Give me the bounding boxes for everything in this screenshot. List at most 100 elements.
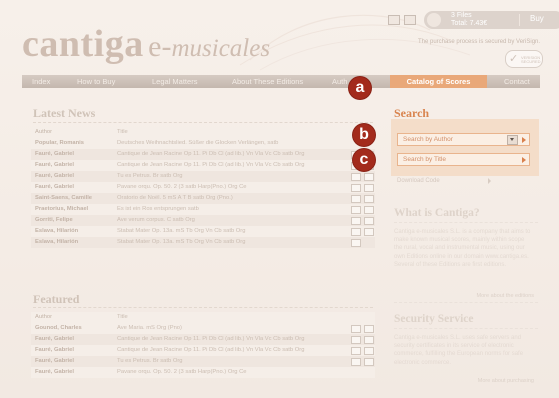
preview-icon[interactable] <box>351 195 361 203</box>
download-code-field[interactable]: Download Code <box>397 176 495 186</box>
logo-word-musicales: musicales <box>171 35 271 62</box>
page: cantiga e-musicales 3 Files Total: 7.43€… <box>0 0 559 398</box>
download-icon[interactable] <box>364 228 374 236</box>
row-author: Fauré, Gabriel <box>35 151 74 157</box>
preview-icon[interactable] <box>351 228 361 236</box>
row-title: Cantique de Jean Racine Op 11. Pi Db Cl … <box>117 162 305 168</box>
table-row[interactable]: Fauré, Gabriel Cantique de Jean Racine O… <box>31 160 375 171</box>
latest-news-table: Author Title Popular, Romanis Deutsches … <box>31 127 375 248</box>
table-row[interactable]: Popular, Romanis Deutsches Weihnachtslie… <box>31 138 375 149</box>
nav-how-to-buy[interactable]: How to Buy <box>77 75 115 88</box>
preview-icon[interactable] <box>351 217 361 225</box>
preview-icon[interactable] <box>351 336 361 344</box>
row-author: Fauré, Gabriel <box>35 347 74 353</box>
main-nav: Index How to Buy Legal Matters About The… <box>22 75 540 88</box>
download-icon[interactable] <box>364 217 374 225</box>
preview-icon[interactable] <box>351 206 361 214</box>
preview-icon[interactable] <box>351 325 361 333</box>
nav-index[interactable]: Index <box>32 75 50 88</box>
featured-table: Author Title Gounod, Charles Ave Maria. … <box>31 312 375 378</box>
row-title: Oratorio de Noël. 5 mS A T B satb Org (P… <box>117 195 233 201</box>
row-author: Fauré, Gabriel <box>35 173 74 179</box>
row-title: Deutsches Weihnachtslied. Süßer die Gloc… <box>117 140 279 146</box>
table-row[interactable]: Fauré, Gabriel Cantique de Jean Racine O… <box>31 334 375 345</box>
nav-contact[interactable]: Contact <box>504 75 530 88</box>
row-title: Tu es Petrus. Br satb Org <box>117 358 183 364</box>
col-author: Author <box>35 314 53 320</box>
row-author: Praetorius, Michael <box>35 206 89 212</box>
search-panel <box>391 119 539 176</box>
latest-news-divider <box>33 122 373 123</box>
verisign-badge[interactable]: ✓ VERISIGN SECURED <box>505 50 543 68</box>
download-icon[interactable] <box>364 336 374 344</box>
search-by-author-label: Search by Author <box>403 136 453 143</box>
site-logo[interactable]: cantiga e-musicales <box>22 22 270 66</box>
table-row[interactable]: Fauré, Gabriel Tu es Petrus. Br satb Org <box>31 356 375 367</box>
print-icon[interactable] <box>388 15 400 25</box>
logo-word-cantiga: cantiga <box>22 23 144 65</box>
table-row[interactable]: Fauré, Gabriel Pavane orqu. Op. 50. 2 (3… <box>31 367 375 378</box>
col-author: Author <box>35 129 53 135</box>
row-author: Fauré, Gabriel <box>35 369 74 375</box>
callout-marker-c: c <box>353 149 375 171</box>
preview-icon[interactable] <box>351 347 361 355</box>
download-icon[interactable] <box>364 206 374 214</box>
download-icon[interactable] <box>364 184 374 192</box>
row-title: Es ist ein Ros entsprungen satb <box>117 206 199 212</box>
what-is-bottom-divider <box>394 302 538 303</box>
nav-legal-matters[interactable]: Legal Matters <box>152 75 197 88</box>
preview-icon[interactable] <box>351 173 361 181</box>
table-row[interactable]: Fauré, Gabriel Cantique de Jean Racine O… <box>31 149 375 160</box>
table-row[interactable]: Eslava, Hilarión Stabat Mater Op. 13a. m… <box>31 237 375 248</box>
table-row[interactable]: Saint-Saens, Camille Oratorio de Noël. 5… <box>31 193 375 204</box>
search-by-author-select[interactable]: Search by Author <box>397 133 530 146</box>
nav-about-editions[interactable]: About These Editions <box>232 75 303 88</box>
chevron-down-icon[interactable] <box>507 135 518 145</box>
table-row[interactable]: Fauré, Gabriel Pavane orqu. Op. 50. 2 (3… <box>31 182 375 193</box>
cart-total: Total: 7.43€ <box>451 20 488 27</box>
what-is-title: What is Cantiga? <box>394 207 480 219</box>
more-purchasing-link[interactable]: More about purchasing <box>394 378 534 384</box>
table-header: Author Title <box>31 312 375 323</box>
table-row[interactable]: Fauré, Gabriel Cantique de Jean Racine O… <box>31 345 375 356</box>
callout-marker-a: a <box>349 77 371 99</box>
checkmark-icon: ✓ <box>509 53 519 65</box>
table-row[interactable]: Praetorius, Michael Es ist ein Ros entsp… <box>31 204 375 215</box>
cart-widget[interactable]: 3 Files Total: 7.43€ Buy <box>424 11 559 29</box>
preview-icon[interactable] <box>351 358 361 366</box>
nav-catalog-of-scores[interactable]: Catalog of Scores <box>390 75 487 88</box>
table-row[interactable]: Gorriti, Felipe Ave verum corpus. C satb… <box>31 215 375 226</box>
what-is-divider <box>394 222 538 223</box>
preview-icon[interactable] <box>351 239 361 247</box>
nav-authors[interactable]: Auth <box>332 75 347 88</box>
security-divider <box>394 328 538 329</box>
download-icon[interactable] <box>364 347 374 355</box>
download-icon[interactable] <box>364 325 374 333</box>
table-row[interactable]: Gounod, Charles Ave Maria. mS Org (Pno) <box>31 323 375 334</box>
row-author: Gorriti, Felipe <box>35 217 73 223</box>
go-arrow-icon[interactable] <box>522 157 526 163</box>
preview-icon[interactable] <box>351 184 361 192</box>
search-by-title-field[interactable]: Search by Title <box>397 153 530 166</box>
email-icon[interactable] <box>404 15 416 25</box>
table-row[interactable]: Fauré, Gabriel Tu es Petrus. Br satb Org <box>31 171 375 182</box>
row-author: Popular, Romanis <box>35 140 84 146</box>
more-editions-link[interactable]: More about the editions <box>394 293 534 299</box>
download-icon[interactable] <box>364 358 374 366</box>
download-icon[interactable] <box>364 173 374 181</box>
security-title: Security Service <box>394 313 474 325</box>
what-is-text: Cantiga e-musicales S.L. is a company th… <box>394 229 531 268</box>
row-author: Fauré, Gabriel <box>35 336 74 342</box>
buy-button[interactable]: Buy <box>530 14 544 23</box>
header-utilities: 3 Files Total: 7.43€ Buy <box>388 11 559 29</box>
row-title: Pavane orqu. Op. 50. 2 (3 satb Harp(Pno.… <box>117 369 247 375</box>
download-icon[interactable] <box>364 195 374 203</box>
cart-summary: 3 Files Total: 7.43€ <box>451 12 487 28</box>
col-title: Title <box>117 314 128 320</box>
go-arrow-icon[interactable] <box>488 178 491 184</box>
go-arrow-icon[interactable] <box>522 137 526 143</box>
row-title: Stabat Mater Op. 13a. mS Tb Org Vn Cb sa… <box>117 228 246 234</box>
table-row[interactable]: Eslava, Hilarión Stabat Mater Op. 13a. m… <box>31 226 375 237</box>
search-by-title-label: Search by Title <box>403 156 446 163</box>
verisign-label: VERISIGN SECURED <box>521 55 541 64</box>
